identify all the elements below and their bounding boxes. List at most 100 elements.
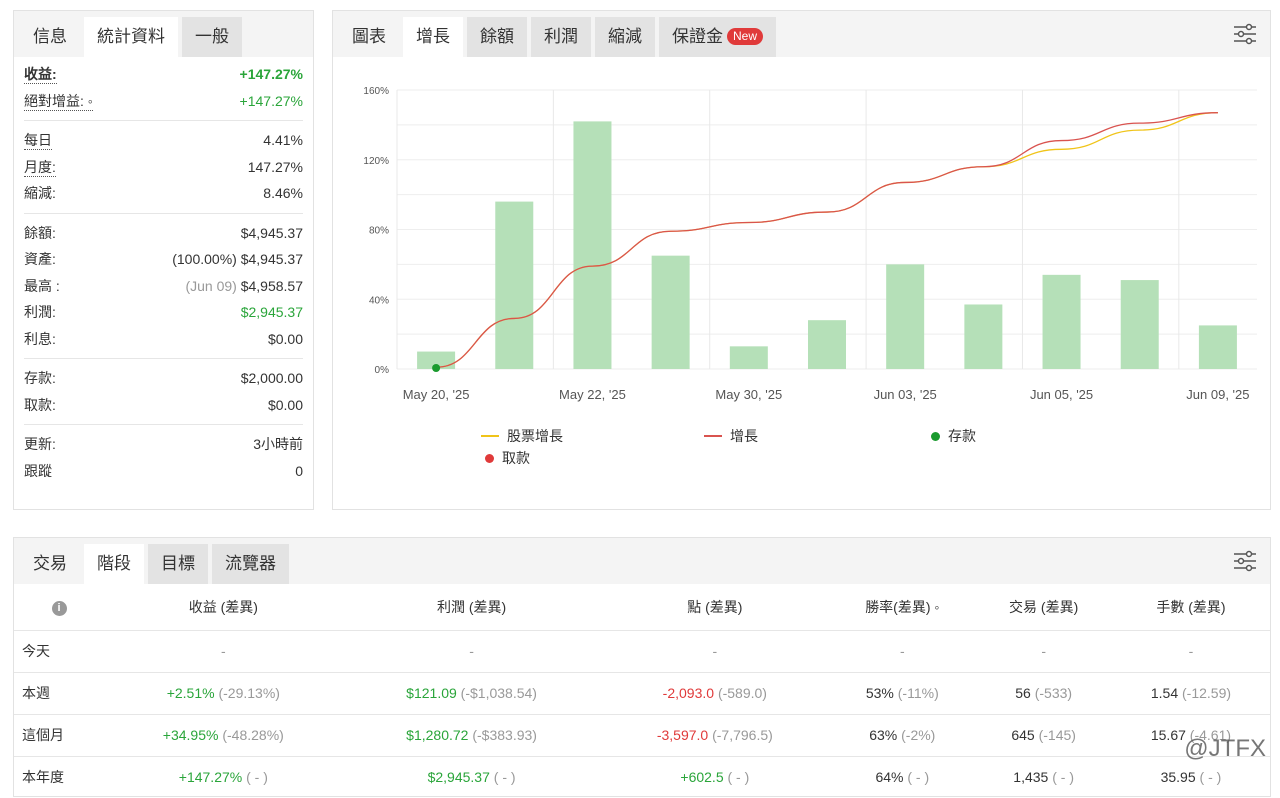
stat-value: $2,945.37 bbox=[241, 299, 303, 326]
stat-label: 資產: bbox=[24, 251, 56, 267]
table-cell: +34.95% (-48.28%) bbox=[104, 713, 343, 756]
cell-value: $121.09 bbox=[406, 685, 457, 701]
legend-equity-growth[interactable]: 股票增長 bbox=[481, 426, 563, 446]
stat-label: 取款: bbox=[24, 396, 56, 413]
stat-row: 縮減: 8.46% bbox=[14, 180, 313, 207]
stat-value-text: $4,945.37 bbox=[240, 224, 303, 241]
table-cell: 63% (-2%) bbox=[829, 713, 976, 756]
stat-value: 4.41% bbox=[263, 127, 303, 154]
tab-goals[interactable]: 目標 bbox=[148, 544, 208, 584]
tab-general[interactable]: 一般 bbox=[182, 17, 242, 57]
cell-value: +147.27% bbox=[178, 769, 243, 786]
tab-drawdown[interactable]: 縮減 bbox=[595, 17, 655, 57]
stat-label: 每日 bbox=[24, 132, 52, 150]
y-tick-label: 0% bbox=[375, 365, 390, 376]
tab-periods[interactable]: 階段 bbox=[84, 544, 144, 584]
legend-label: 存款 bbox=[948, 428, 976, 444]
y-tick-label: 80% bbox=[369, 226, 389, 237]
table-cell: 645 (-145) bbox=[975, 713, 1112, 756]
tab-balance[interactable]: 餘額 bbox=[467, 17, 527, 57]
table-cell: $121.09 (-$1,038.54) bbox=[342, 671, 601, 714]
bar bbox=[1042, 274, 1081, 369]
cell-diff: (-7,796.5) bbox=[712, 727, 773, 743]
divider bbox=[24, 212, 303, 214]
cell-value: +34.95% bbox=[162, 727, 219, 743]
tab-profit[interactable]: 利潤 bbox=[531, 17, 591, 57]
column-header: 利潤 (差異) bbox=[436, 598, 507, 615]
bar bbox=[573, 121, 612, 369]
tab-browser[interactable]: 流覽器 bbox=[212, 544, 289, 584]
stat-row: 跟蹤 0 bbox=[14, 458, 313, 485]
column-header: 收益 (差異) bbox=[188, 598, 258, 615]
tab-info[interactable]: 信息 bbox=[20, 17, 80, 57]
stat-value-text: 8.46% bbox=[263, 185, 303, 201]
table-row: 本週 +2.51% (-29.13%) $121.09 (-$1,038.54) -2… bbox=[14, 671, 1270, 714]
cell-value: - bbox=[1188, 643, 1194, 659]
cell-value: $1,280.72 bbox=[406, 727, 469, 743]
stat-label: 更新: bbox=[24, 436, 56, 452]
stat-label: 最高 : bbox=[24, 277, 60, 294]
table-row: 本年度 +147.27% ( - ) $2,945.37 ( - ) +602.5 (… bbox=[14, 755, 1270, 798]
column-header: 點 (差異) bbox=[687, 598, 743, 615]
stat-row: 每日 4.41% bbox=[14, 127, 313, 154]
settings-sliders-icon[interactable] bbox=[1232, 21, 1258, 47]
cell-diff: (-12.59) bbox=[1182, 685, 1232, 701]
cell-diff: ( - ) bbox=[1052, 769, 1074, 786]
settings-sliders-icon[interactable] bbox=[1232, 548, 1258, 574]
cell-value: 63% bbox=[869, 727, 898, 743]
legend-growth[interactable]: 增長 bbox=[704, 426, 758, 446]
cell-value: - bbox=[220, 643, 226, 659]
legend-deposit[interactable]: 存款 bbox=[931, 426, 976, 446]
stats-panel: 信息 統計資料 一般 收益: +147.27% 絕對增益: ◦ +147.27% 每日 4… bbox=[13, 10, 314, 510]
tab-chart[interactable]: 圖表 bbox=[339, 17, 399, 57]
period-label: 今天 bbox=[14, 629, 104, 672]
stat-value: +147.27% bbox=[240, 61, 303, 88]
bar bbox=[964, 304, 1003, 369]
info-header: i bbox=[14, 584, 104, 630]
stat-label: 月度: bbox=[24, 158, 56, 177]
table-row: 今天 - - - - - - bbox=[14, 629, 1270, 672]
divider bbox=[24, 120, 303, 121]
legend-withdrawal[interactable]: 取款 bbox=[485, 448, 530, 468]
tab-trades[interactable]: 交易 bbox=[20, 544, 80, 584]
table-cell: - bbox=[829, 629, 976, 672]
cell-value: 645 bbox=[1011, 727, 1035, 743]
table-cell: -3,597.0 (-7,796.5) bbox=[600, 713, 830, 756]
cell-diff: (-589.0) bbox=[717, 685, 767, 701]
cell-diff: ( - ) bbox=[1199, 769, 1222, 786]
cell-diff: (-145) bbox=[1038, 727, 1076, 743]
info-icon[interactable]: i bbox=[51, 600, 67, 616]
table-cell: $1,280.72 (-$383.93) bbox=[342, 713, 601, 756]
stat-label: 存款: bbox=[24, 370, 56, 386]
x-tick-label: May 20, '25 bbox=[403, 387, 470, 402]
stat-value: (100.00%) $4,945.37 bbox=[172, 246, 303, 273]
tab-margin[interactable]: 保證金 New bbox=[659, 17, 777, 57]
stat-row: 收益: +147.27% bbox=[14, 61, 313, 88]
stat-value: (Jun 09) $4,958.57 bbox=[185, 273, 303, 300]
stat-value-text: $2,000.00 bbox=[240, 370, 303, 386]
table-cell: - bbox=[104, 629, 343, 672]
stat-label: 餘額: bbox=[24, 224, 56, 241]
table-cell: +147.27% ( - ) bbox=[104, 755, 343, 798]
table-cell: - bbox=[342, 629, 601, 672]
cell-diff: (-29.13%) bbox=[218, 685, 280, 701]
equity-line-swatch bbox=[481, 435, 499, 437]
legend-label: 增長 bbox=[730, 428, 758, 444]
legend-label: 股票增長 bbox=[507, 428, 563, 444]
stat-value: 0 bbox=[295, 458, 303, 485]
cell-diff: ( - ) bbox=[246, 769, 268, 786]
cell-value: +2.51% bbox=[166, 685, 215, 701]
cell-value: - bbox=[899, 643, 905, 659]
bar bbox=[886, 264, 925, 369]
new-badge: New bbox=[727, 28, 764, 45]
chart-panel: 圖表 增長 餘額 利潤 縮減 保證金 New 0% 40% 80% 120% 160% Ma… bbox=[332, 10, 1271, 510]
stat-value-text: +147.27% bbox=[239, 66, 303, 82]
stat-value: $4,945.37 bbox=[241, 220, 303, 247]
tab-growth[interactable]: 增長 bbox=[403, 17, 463, 57]
cell-value: - bbox=[1041, 643, 1046, 659]
table-cell: +602.5 ( - ) bbox=[600, 755, 830, 798]
stat-value-text: +147.27% bbox=[239, 92, 303, 109]
column-header: 勝率(差異) ◦ bbox=[865, 598, 940, 615]
tab-statistics[interactable]: 統計資料 bbox=[84, 17, 178, 57]
y-tick-label: 40% bbox=[369, 295, 389, 306]
